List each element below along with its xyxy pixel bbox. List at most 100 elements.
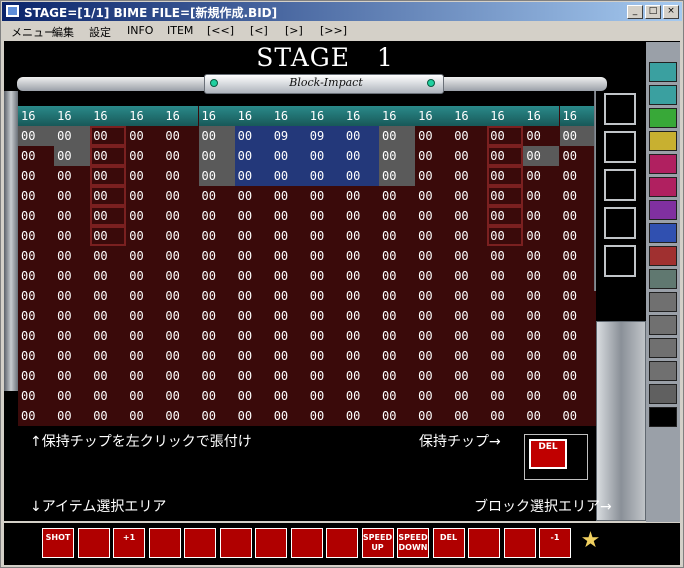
grid-cell[interactable]: 16 [523,106,560,126]
grid-cell[interactable]: 00 [343,306,379,326]
grid-cell[interactable]: 00 [235,186,271,206]
grid-cell[interactable]: 00 [523,266,559,286]
grid-cell[interactable]: 00 [487,186,523,206]
maximize-button[interactable]: □ [645,5,661,19]
block-chip[interactable] [649,177,677,197]
grid-cell[interactable]: 00 [162,186,198,206]
grid-cell[interactable]: 00 [451,366,487,386]
grid-cell[interactable]: 00 [198,166,235,186]
grid-cell[interactable]: 00 [198,146,235,166]
grid-cell[interactable]: 00 [560,386,596,406]
grid-cell[interactable]: 00 [271,226,307,246]
pillar-icon[interactable] [184,528,216,558]
grid-cell[interactable]: 16 [306,106,343,126]
grid-cell[interactable]: 00 [271,286,307,306]
grid-cell[interactable]: 00 [523,386,559,406]
grid-cell[interactable]: 00 [487,206,523,226]
grid-cell[interactable]: 00 [415,286,451,306]
grid-cell[interactable]: 00 [271,206,307,226]
grid-cell[interactable]: 00 [235,226,271,246]
block-chip[interactable] [649,361,677,381]
grid-cell[interactable]: 00 [451,166,487,186]
grid-cell[interactable]: 00 [90,246,126,266]
grid-cell[interactable]: 00 [487,226,523,246]
grid-cell[interactable]: 00 [523,126,559,146]
grid-cell[interactable]: 00 [271,326,307,346]
grid-cell[interactable]: 00 [415,306,451,326]
grid-cell[interactable]: 00 [307,246,343,266]
grid-cell[interactable]: 00 [415,206,451,226]
grid-cell[interactable]: 00 [559,126,596,146]
grid-cell[interactable]: 16 [559,106,596,126]
grid-cell[interactable]: 00 [415,346,451,366]
block-chip[interactable] [649,223,677,243]
grid-cell[interactable]: 00 [271,266,307,286]
grid-cell[interactable]: 00 [307,386,343,406]
block-chip[interactable] [649,384,677,404]
grid-cell[interactable]: 16 [342,106,379,126]
grid-cell[interactable]: 00 [307,346,343,366]
grid-cell[interactable]: 00 [307,266,343,286]
grid-cell[interactable]: 00 [487,126,523,146]
grid-cell[interactable]: 00 [90,186,126,206]
grid-cell[interactable]: 00 [162,146,198,166]
grid-cell[interactable]: 00 [342,126,379,146]
grid-cell[interactable]: 00 [126,406,162,426]
preview-slot[interactable] [604,131,636,163]
preview-slot[interactable] [604,169,636,201]
camera-icon[interactable] [468,528,500,558]
grid-cell[interactable]: 00 [343,366,379,386]
block-chip[interactable] [649,338,677,358]
grid-cell[interactable]: 16 [234,106,271,126]
menu-item-info[interactable]: INFO [127,24,153,37]
grid-cell[interactable]: 16 [54,106,91,126]
grid-cell[interactable]: 00 [162,266,198,286]
grid-cell[interactable]: 00 [379,226,415,246]
grid-cell[interactable]: 00 [451,406,487,426]
grid-cell[interactable]: 00 [343,206,379,226]
grid-cell[interactable]: 00 [199,186,235,206]
block-chip[interactable] [649,131,677,151]
grid-cell[interactable]: 00 [18,206,54,226]
grid-cell[interactable]: 16 [379,106,415,126]
grid-cell[interactable]: 00 [451,186,487,206]
grid-cell[interactable]: 00 [199,286,235,306]
grid-cell[interactable]: 00 [235,206,271,226]
grid-cell[interactable]: 00 [90,366,126,386]
grid-cell[interactable]: 00 [379,206,415,226]
grid-cell[interactable]: 00 [379,346,415,366]
grid-cell[interactable]: 00 [343,286,379,306]
grid-cell[interactable]: 00 [523,186,559,206]
block-chip[interactable] [649,315,677,335]
film-icon[interactable] [503,528,536,558]
grid-cell[interactable]: 00 [343,246,379,266]
burst-icon[interactable] [148,528,181,558]
grid-cell[interactable]: 00 [487,306,523,326]
grid-cell[interactable]: 00 [162,286,198,306]
grid-cell[interactable]: 00 [415,326,451,346]
grid-cell[interactable]: 09 [270,126,307,146]
grid-cell[interactable]: 00 [235,406,271,426]
grid-cell[interactable]: 00 [306,166,343,186]
grid-cell[interactable]: 00 [343,326,379,346]
shot-icon[interactable]: SHOT [42,528,74,558]
grid-cell[interactable]: 00 [162,326,198,346]
delete-icon[interactable]: DEL [432,528,465,558]
grid-cell[interactable]: 16 [162,106,199,126]
grid-cell[interactable]: 16 [90,106,127,126]
preview-slot[interactable] [604,207,636,239]
grid-cell[interactable]: 00 [487,346,523,366]
grid-cell[interactable]: 00 [560,186,596,206]
grid-cell[interactable]: 00 [235,246,271,266]
grid-cell[interactable]: 00 [451,386,487,406]
grid-cell[interactable]: 00 [379,266,415,286]
grid-cell[interactable]: 00 [54,206,90,226]
grid-cell[interactable]: 00 [523,406,559,426]
grid-cell[interactable]: 00 [560,306,596,326]
flag-icon[interactable] [290,528,323,558]
grid-cell[interactable]: 00 [234,166,271,186]
grid-cell[interactable]: 00 [126,186,162,206]
grid-cell[interactable]: 00 [162,206,198,226]
grid-cell[interactable]: 00 [487,326,523,346]
grid-cell[interactable]: 00 [379,326,415,346]
